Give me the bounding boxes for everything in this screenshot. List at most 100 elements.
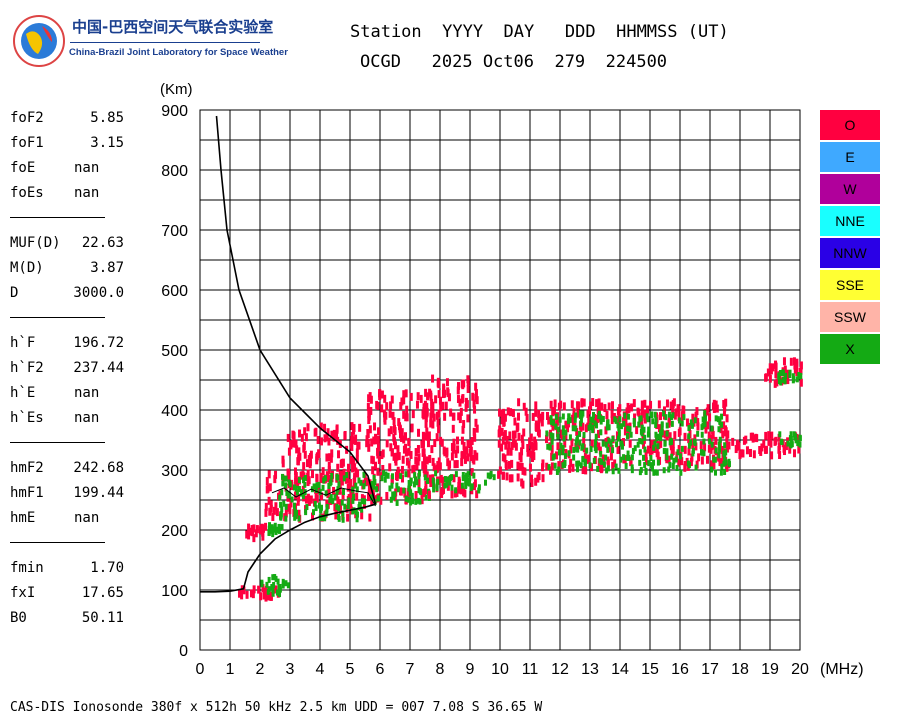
echo-point-x [594,439,598,446]
echo-point-x [652,444,656,451]
echo-point-x [563,461,567,468]
echo-point-o [456,436,460,445]
echo-point-o [335,430,339,439]
echo-point-o [474,382,478,391]
echo-point-x [792,376,796,383]
echo-point-o [355,469,359,478]
echo-point-o [714,436,718,445]
echo-point-o [745,446,749,455]
echo-point-o [740,449,744,458]
echo-point-o [595,399,599,408]
y-tick-label: 500 [161,343,188,360]
echo-point-o [294,475,298,484]
echo-point-x [700,449,704,456]
echo-point-o [336,496,340,505]
echo-point-x [596,465,600,472]
echo-point-x [341,516,345,523]
echo-point-x [399,473,403,480]
echo-point-x [637,421,641,428]
echo-point-o [782,357,786,366]
echo-point-o [429,419,433,428]
echo-point-x [426,477,430,484]
echo-point-x [594,433,598,440]
echo-point-x [297,486,301,493]
echo-point-x [375,486,379,493]
echo-point-x [678,417,682,424]
echo-point-o [513,417,517,426]
legend-item-nne: NNE [820,206,880,236]
echo-point-x [640,438,644,445]
legend-item-x: X [820,334,880,364]
echo-point-o [373,422,377,431]
echo-point-o [404,413,408,422]
echo-point-o [434,395,438,404]
echo-point-x [665,422,669,429]
echo-point-o [308,495,312,504]
echo-point-o [439,403,443,412]
echo-point-o [417,453,421,462]
echo-point-o [426,439,430,448]
echo-point-o [357,441,361,450]
echo-point-x [700,431,704,438]
legend-item-nnw: NNW [820,238,880,268]
echo-point-x [717,426,721,433]
echo-point-o [682,406,686,415]
echo-point-x [593,420,597,427]
echo-point-x [575,437,579,444]
echo-point-o [446,458,450,467]
echo-point-x [659,435,663,442]
echo-point-o [570,400,574,409]
echo-point-o [296,457,300,466]
echo-point-o [444,401,448,410]
echo-point-x [414,476,418,483]
echo-point-o [507,460,511,469]
echo-point-o [396,445,400,454]
echo-point-x [335,473,339,480]
echo-point-x [321,484,325,491]
echo-point-o [600,402,604,411]
echo-point-o [556,442,560,451]
echo-point-x [664,414,668,421]
echo-point-x [383,476,387,483]
echo-point-o [343,430,347,439]
echo-point-x [588,422,592,429]
echo-point-o [339,472,343,481]
y-tick-label: 200 [161,523,188,540]
echo-point-x [580,444,584,451]
echo-point-o [452,412,456,421]
echo-point-x [572,446,576,453]
echo-point-o [471,392,475,401]
echo-point-x [580,412,584,419]
echo-point-o [378,392,382,401]
echo-point-o [388,463,392,472]
echo-point-x [665,448,669,455]
echo-point-x [343,503,347,510]
echo-point-x [671,463,675,470]
echo-point-x [416,497,420,504]
echo-point-o [774,362,778,371]
echo-point-x [277,584,281,591]
echo-point-x [620,443,624,450]
echo-point-x [418,488,422,495]
y-tick-label: 800 [161,163,188,180]
echo-point-o [368,513,372,522]
echo-point-o [317,449,321,458]
echo-point-o [358,423,362,432]
echo-point-x [558,449,562,456]
legend-item-w: W [820,174,880,204]
echo-point-o [516,473,520,482]
echo-point-o [385,491,389,500]
echo-point-o [766,368,770,377]
echo-point-o [674,408,678,417]
echo-point-x [638,449,642,456]
echo-point-o [328,453,332,462]
echo-point-x [292,502,296,509]
echo-point-x [322,477,326,484]
echo-point-x [655,469,659,476]
y-tick-label: 700 [161,223,188,240]
echo-point-o [591,398,595,407]
echo-point-o [410,424,414,433]
y-tick-label: 100 [161,583,188,600]
echo-point-x [588,462,592,469]
echo-point-o [416,392,420,401]
